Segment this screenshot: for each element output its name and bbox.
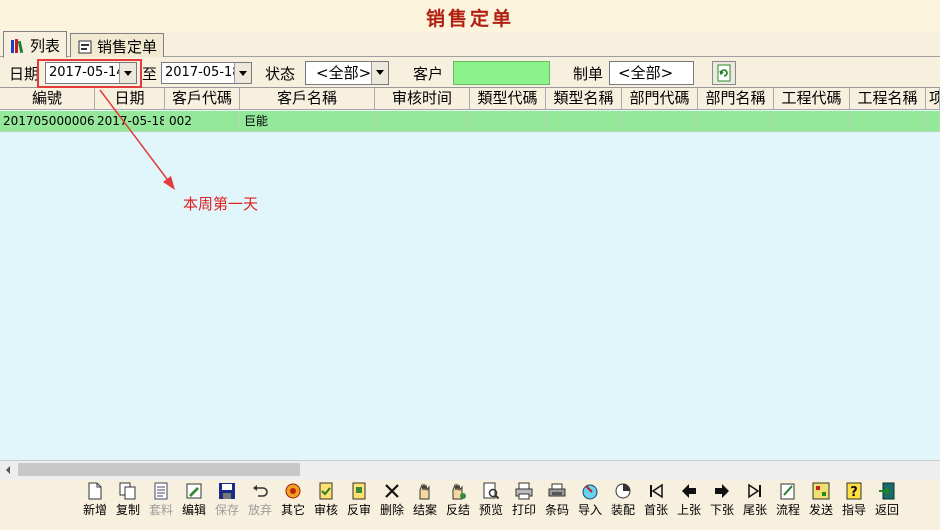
reopen-icon: [452, 483, 466, 500]
audit-icon: [319, 482, 333, 500]
delete-button[interactable]: 删除: [375, 480, 409, 530]
unaudit-icon: [352, 482, 366, 500]
import-button[interactable]: 导入: [573, 480, 607, 530]
delete-icon: [385, 484, 399, 498]
undo-icon: [253, 485, 268, 497]
barcode-icon: [548, 483, 566, 497]
first-record-icon: [650, 483, 663, 499]
exit-button[interactable]: 返回: [870, 480, 904, 530]
other-icon: [285, 483, 301, 499]
other-button[interactable]: 其它: [276, 480, 310, 530]
copy-button[interactable]: 复制: [111, 480, 145, 530]
svg-text:?: ?: [850, 485, 858, 500]
save-icon: [219, 483, 235, 499]
reopen-button[interactable]: 反结: [441, 480, 475, 530]
next-record-button[interactable]: 下张: [705, 480, 739, 530]
first-record-button[interactable]: 首张: [639, 480, 673, 530]
materials-button[interactable]: 套料: [144, 480, 178, 530]
materials-icon: [154, 482, 168, 500]
workflow-button[interactable]: 流程: [771, 480, 805, 530]
previous-record-icon: [682, 484, 696, 498]
assemble-icon: [615, 483, 631, 499]
preview-icon: [483, 482, 500, 500]
help-button[interactable]: ? 指导: [837, 480, 871, 530]
previous-record-button[interactable]: 上张: [672, 480, 706, 530]
annotation-text: 本周第一天: [183, 195, 259, 213]
annotation-arrow: [99, 89, 175, 190]
import-icon: [582, 484, 598, 500]
print-button[interactable]: 打印: [507, 480, 541, 530]
send-button[interactable]: 发送: [804, 480, 838, 530]
copy-icon: [119, 482, 136, 500]
print-icon: [515, 482, 533, 500]
exit-icon: [879, 482, 895, 500]
workflow-icon: [780, 483, 795, 500]
audit-button[interactable]: 审核: [309, 480, 343, 530]
unaudit-button[interactable]: 反审: [342, 480, 376, 530]
edit-button[interactable]: 编辑: [177, 480, 211, 530]
toolbar: 新增 复制 套料 编辑 保存 放弃 其它 审核 反审 删除 结案 反结 预览 打…: [78, 480, 940, 530]
discard-button[interactable]: 放弃: [243, 480, 277, 530]
assemble-button[interactable]: 装配: [606, 480, 640, 530]
new-button[interactable]: 新增: [78, 480, 112, 530]
help-icon: ?: [846, 482, 862, 500]
send-icon: [812, 482, 830, 500]
last-record-button[interactable]: 尾张: [738, 480, 772, 530]
edit-icon: [186, 483, 202, 499]
last-record-icon: [748, 483, 761, 499]
barcode-button[interactable]: 条码: [540, 480, 574, 530]
new-document-icon: [88, 482, 102, 500]
close-case-button[interactable]: 结案: [408, 480, 442, 530]
close-case-icon: [419, 483, 430, 500]
next-record-icon: [715, 484, 729, 498]
preview-button[interactable]: 预览: [474, 480, 508, 530]
save-button[interactable]: 保存: [210, 480, 244, 530]
